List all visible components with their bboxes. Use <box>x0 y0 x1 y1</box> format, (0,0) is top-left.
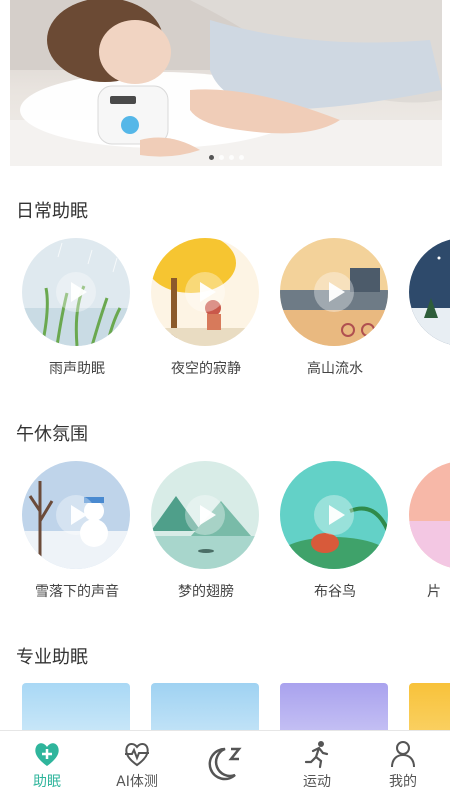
tab-sleep-mode[interactable] <box>182 731 272 800</box>
carousel-dot[interactable] <box>208 155 214 160</box>
track-title: 片 <box>427 584 441 600</box>
track-cover <box>280 461 388 569</box>
banner-image <box>10 0 442 166</box>
tab-label: 我的 <box>389 774 417 790</box>
track-cover <box>22 238 130 346</box>
pro-card[interactable] <box>280 683 388 733</box>
carousel-indicator <box>10 155 442 160</box>
play-icon[interactable] <box>314 495 354 535</box>
track-title: 梦的翅膀 <box>178 584 234 600</box>
tab-sport[interactable]: 运动 <box>272 731 362 800</box>
track-cover <box>22 461 130 569</box>
play-icon[interactable] <box>185 272 225 312</box>
track-cover <box>151 461 259 569</box>
tab-label: 运动 <box>303 774 331 790</box>
carousel-dot[interactable] <box>228 155 234 160</box>
tab-ai-test[interactable]: AI体测 <box>92 731 182 800</box>
tab-mine[interactable]: 我的 <box>358 731 448 800</box>
track-title: 雨声助眠 <box>49 361 105 377</box>
pro-card[interactable] <box>409 683 450 733</box>
screen: 日常助眠 雨声助眠 夜空的寂静 高山流水 午休氛围 雪落下的声音 梦的翅膀 布谷… <box>0 0 450 800</box>
pro-sleep-list <box>0 683 450 733</box>
track-title: 布谷鸟 <box>314 584 356 600</box>
track-title: 雪落下的声音 <box>35 584 119 600</box>
bottom-tab-bar: 助眠 AI体测 运动 我的 <box>0 730 450 800</box>
running-icon <box>304 741 329 769</box>
track-card[interactable]: 片 <box>409 461 450 601</box>
carousel-dot[interactable] <box>238 155 244 160</box>
tab-label: 助眠 <box>33 774 61 790</box>
play-icon[interactable] <box>56 272 96 312</box>
track-card[interactable]: 布谷鸟 <box>280 461 390 601</box>
heart-plus-icon <box>35 743 59 766</box>
play-icon[interactable] <box>185 495 225 535</box>
track-cover <box>409 461 450 569</box>
moon-sleep-icon <box>208 747 242 781</box>
track-card[interactable]: 梦的翅膀 <box>151 461 261 601</box>
nap-list: 雪落下的声音 梦的翅膀 布谷鸟 片 <box>0 461 450 641</box>
daily-sleep-list: 雨声助眠 夜空的寂静 高山流水 <box>0 238 450 418</box>
play-icon[interactable] <box>314 272 354 312</box>
track-card[interactable]: 高山流水 <box>280 238 390 378</box>
pro-card[interactable] <box>151 683 259 733</box>
carousel-dot[interactable] <box>218 155 224 160</box>
track-cover <box>409 238 450 346</box>
section-title-nap: 午休氛围 <box>16 424 88 445</box>
section-title-pro: 专业助眠 <box>16 647 88 668</box>
section-title-daily: 日常助眠 <box>16 201 88 222</box>
tab-sleep-aid[interactable]: 助眠 <box>2 731 92 800</box>
person-icon <box>391 741 415 768</box>
track-title: 高山流水 <box>307 361 363 377</box>
track-cover <box>280 238 388 346</box>
tab-label: AI体测 <box>116 774 158 790</box>
track-card[interactable] <box>409 238 450 346</box>
banner-carousel[interactable] <box>10 0 442 166</box>
track-title: 夜空的寂静 <box>171 361 241 377</box>
track-cover <box>151 238 259 346</box>
track-card[interactable]: 夜空的寂静 <box>151 238 261 378</box>
track-card[interactable]: 雨声助眠 <box>22 238 132 378</box>
heartbeat-icon <box>125 743 149 767</box>
pro-card[interactable] <box>22 683 130 733</box>
play-icon[interactable] <box>56 495 96 535</box>
track-card[interactable]: 雪落下的声音 <box>22 461 132 601</box>
